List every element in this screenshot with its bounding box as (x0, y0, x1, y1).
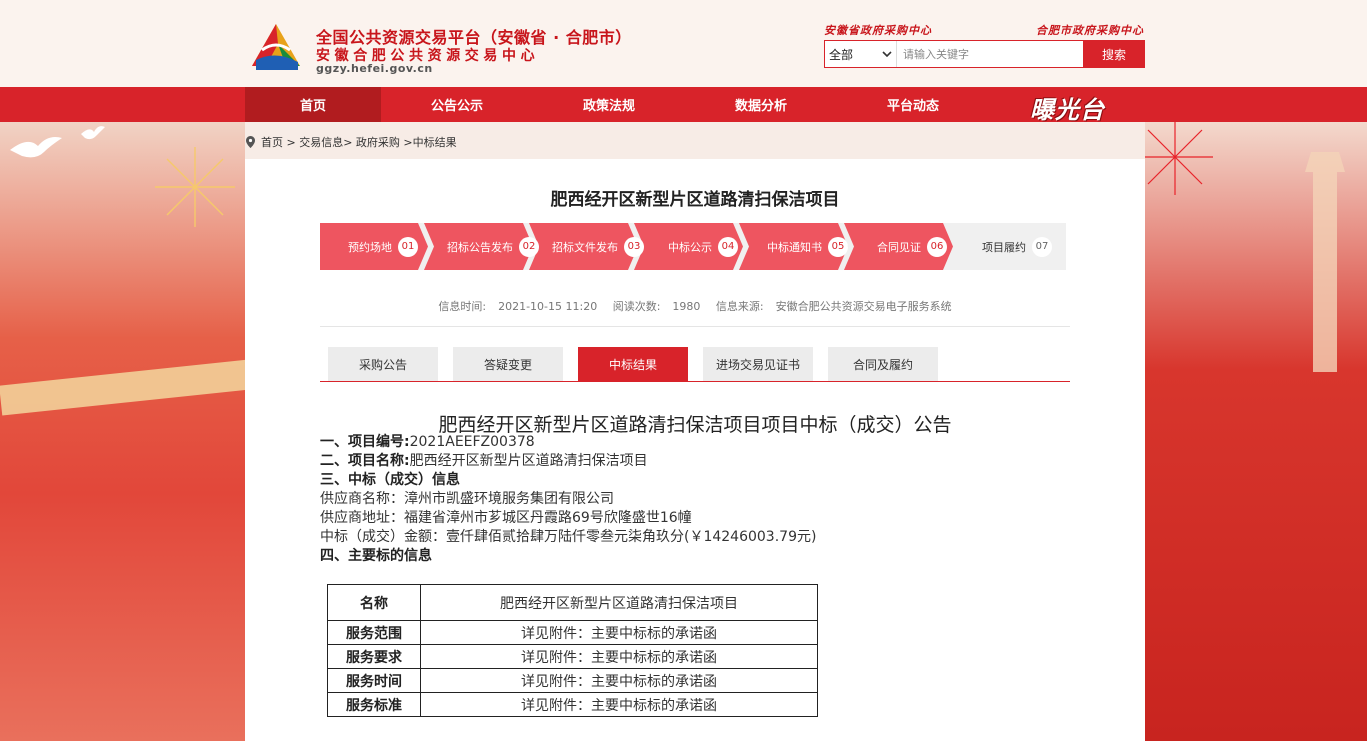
announcement-body: 一、项目编号:2021AEEFZ00378 二、项目名称:肥西经开区新型片区道路… (320, 433, 816, 566)
breadcrumb: 首页 > 交易信息> 政府采购 >中标结果 (246, 134, 457, 150)
step-label: 合同见证 (877, 240, 921, 254)
step-label: 中标通知书 (767, 240, 822, 254)
firework-icon (155, 147, 235, 227)
step-number: 02 (519, 236, 539, 257)
step-number: 05 (828, 236, 848, 257)
step-label: 预约场地 (348, 240, 392, 254)
pillar-icon (1305, 152, 1345, 372)
info-meta: 信息时间: 2021-10-15 11:20 阅读次数: 1980 信息来源: 安徽合… (245, 298, 1145, 314)
step-number: 04 (718, 236, 738, 257)
meta-views: 1980 (672, 300, 701, 313)
meta-time: 2021-10-15 11:20 (498, 300, 598, 313)
breadcrumb-text[interactable]: 首页 > 交易信息> 政府采购 >中标结果 (261, 134, 457, 150)
step-label: 项目履约 (982, 240, 1026, 254)
divider (320, 326, 1070, 327)
table-key: 服务范围 (327, 620, 421, 645)
table-value: 详见附件：主要中标标的承诺函 (420, 692, 818, 717)
dove-icon (10, 137, 62, 158)
chevron-down-icon (882, 51, 892, 57)
step-award-publicity[interactable]: 中标公示 04 (668, 223, 738, 270)
tab-divider (320, 381, 1070, 382)
project-name: 肥西经开区新型片区道路清扫保洁项目 (409, 453, 648, 469)
link-city-procurement[interactable]: 合肥市政府采购中心 (1036, 22, 1144, 38)
table-row: 服务范围 详见附件：主要中标标的承诺函 (327, 620, 818, 645)
step-label: 招标文件发布 (552, 240, 618, 254)
step-number: 01 (398, 236, 418, 257)
search-input[interactable]: 请输入关键字 (897, 41, 1083, 67)
tab-qa-changes[interactable]: 答疑变更 (453, 347, 563, 381)
main-nav: 首页 公告公示 政策法规 数据分析 平台动态 (0, 87, 1367, 122)
page-title: 肥西经开区新型片区道路清扫保洁项目 (550, 190, 840, 210)
site-url: ggzy.hefei.gov.cn (316, 62, 433, 75)
meta-source-label: 信息来源: (715, 300, 764, 313)
decorative-ribbon (0, 358, 245, 416)
search-scope-value: 全部 (829, 47, 854, 62)
table-row: 服务时间 详见附件：主要中标标的承诺函 (327, 668, 818, 693)
nav-item-data-analysis[interactable]: 数据分析 (685, 87, 837, 122)
table-value: 肥西经开区新型片区道路清扫保洁项目 (420, 584, 818, 621)
tab-award-result[interactable]: 中标结果 (578, 347, 688, 381)
section-heading: 三、中标（成交）信息 (320, 472, 460, 488)
project-number: 2021AEEFZ00378 (409, 434, 535, 450)
nav-item-policies[interactable]: 政策法规 (533, 87, 685, 122)
nav-item-platform-news[interactable]: 平台动态 (837, 87, 989, 122)
spec-table: 名称 肥西经开区新型片区道路清扫保洁项目 服务范围 详见附件：主要中标标的承诺函 服… (327, 584, 818, 717)
meta-time-label: 信息时间: (438, 300, 487, 313)
step-label: 中标公示 (668, 240, 712, 254)
header-links: 安徽省政府采购中心 合肥市政府采购中心 (824, 22, 1144, 38)
table-value: 详见附件：主要中标标的承诺函 (420, 620, 818, 645)
table-row: 名称 肥西经开区新型片区道路清扫保洁项目 (327, 584, 818, 621)
section-heading: 二、项目名称: (320, 453, 410, 469)
table-key: 服务时间 (327, 668, 421, 693)
step-tender-notice[interactable]: 招标公告发布 02 (447, 223, 539, 270)
meta-views-label: 阅读次数: (612, 300, 661, 313)
table-key: 名称 (327, 584, 421, 621)
table-row: 服务标准 详见附件：主要中标标的承诺函 (327, 692, 818, 717)
table-key: 服务标准 (327, 692, 421, 717)
step-award-notice[interactable]: 中标通知书 05 (767, 223, 848, 270)
supplier-name: 供应商名称：漳州市凯盛环境服务集团有限公司 (320, 491, 614, 507)
step-number: 03 (624, 236, 644, 257)
table-row: 服务要求 详见附件：主要中标标的承诺函 (327, 644, 818, 669)
decorative-banner-right (1145, 122, 1367, 741)
section-heading: 一、项目编号: (320, 434, 410, 450)
firework-icon (1145, 122, 1213, 195)
supplier-address: 供应商地址：福建省漳州市芗城区丹霞路69号欣隆盛世16幢 (320, 510, 692, 526)
step-performance[interactable]: 项目履约 07 (982, 223, 1052, 270)
award-amount: 中标（成交）金额：壹仟肆佰贰拾肆万陆仟零叁元柒角玖分(￥14246003.79元… (320, 529, 817, 545)
step-number: 06 (927, 236, 947, 257)
table-value: 详见附件：主要中标标的承诺函 (420, 644, 818, 669)
nav-item-exposure[interactable]: 曝光台 (1030, 90, 1105, 125)
step-number: 07 (1032, 236, 1052, 257)
decorative-banner-left (0, 122, 245, 741)
location-pin-icon (246, 136, 255, 148)
dove-icon (81, 126, 105, 140)
site-header: 全国公共资源交易平台（安徽省 · 合肥市） 安徽合肥公共资源交易中心 ggzy.… (0, 0, 1367, 87)
site-logo-icon[interactable] (248, 20, 304, 76)
tab-bar: 采购公告 答疑变更 中标结果 进场交易见证书 合同及履约 (328, 347, 938, 381)
search-button[interactable]: 搜索 (1083, 40, 1145, 68)
content-panel: 肥西经开区新型片区道路清扫保洁项目 预约场地 01 招标公告发布 02 招标文件发布… (245, 159, 1145, 741)
nav-item-home[interactable]: 首页 (245, 87, 381, 122)
tab-procurement-notice[interactable]: 采购公告 (328, 347, 438, 381)
section-heading: 四、主要标的信息 (320, 548, 432, 564)
meta-source: 安徽合肥公共资源交易电子服务系统 (775, 300, 952, 313)
step-contract-witness[interactable]: 合同见证 06 (877, 223, 947, 270)
table-value: 详见附件：主要中标标的承诺函 (420, 668, 818, 693)
link-province-procurement[interactable]: 安徽省政府采购中心 (824, 22, 932, 38)
table-key: 服务要求 (327, 644, 421, 669)
tab-contract-performance[interactable]: 合同及履约 (828, 347, 938, 381)
search-bar: 全部 请输入关键字 搜索 (824, 40, 1145, 68)
tab-witness-certificate[interactable]: 进场交易见证书 (703, 347, 813, 381)
search-scope-select[interactable]: 全部 (825, 41, 897, 67)
nav-item-announcements[interactable]: 公告公示 (381, 87, 533, 122)
progress-steps: 预约场地 01 招标公告发布 02 招标文件发布 03 中标公示 04 中标通知书 05 … (320, 223, 1066, 270)
step-booking[interactable]: 预约场地 01 (348, 223, 418, 270)
step-tender-docs[interactable]: 招标文件发布 03 (552, 223, 644, 270)
step-label: 招标公告发布 (447, 240, 513, 254)
